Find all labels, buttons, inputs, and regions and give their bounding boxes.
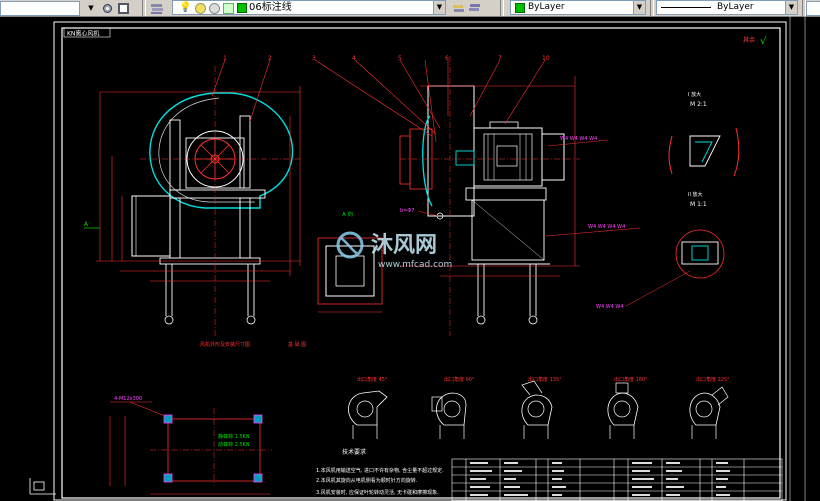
rotation-label: 出口角度 180°	[614, 376, 648, 383]
weld-callout-mid: W4 W4 W4 W4	[588, 224, 625, 230]
rotation-views: 出口角度 45° 出口角度 90° 出口角度 135° 出口角度 180° 出口…	[348, 376, 730, 439]
rotation-label: 出口角度 45°	[357, 376, 388, 383]
left-subtitle: 风机外形及安装尺寸图	[200, 341, 250, 348]
fan-side-view: b=Φ7 3 4 5 6 7 10 W4 W4 W4 W4 W4 W4 W4 W…	[312, 55, 641, 336]
frame-title: KN离心风机	[67, 30, 99, 38]
fan-front-view: A 1 2 风机外形及安装尺寸图	[84, 55, 301, 348]
corner-mark: 其余	[743, 36, 755, 44]
layer-tools-group	[452, 1, 484, 15]
foundation-bolts: 4-M12x300	[114, 396, 142, 402]
detail-ii-label: II 放大	[688, 191, 703, 198]
toolbar-separator	[142, 0, 146, 16]
svg-text:10: 10	[542, 55, 550, 62]
static-load: 静载荷 1.5KN	[218, 433, 250, 440]
watermark-main: 沐风网	[371, 233, 437, 258]
watermark: 沐风网 www.mfcad.com	[336, 231, 452, 270]
linetype-value: ByLayer	[717, 2, 754, 12]
toolbar-separator	[650, 0, 654, 16]
svg-text:1: 1	[223, 55, 227, 62]
technical-notes: 技术要求 1.本风机用输送空气, 进口不许有杂物, 含尘量不超过规定. 2.本风…	[316, 448, 444, 496]
svg-text:5: 5	[398, 55, 402, 62]
checkmark-icon: √	[760, 36, 767, 47]
note-1: 1.本风机用输送空气, 进口不许有杂物, 含尘量不超过规定.	[316, 467, 444, 474]
layer-properties-icon[interactable]	[116, 2, 130, 15]
color-swatch	[515, 3, 525, 13]
layer-combo[interactable]: 💡 06标注线 ▼	[172, 0, 446, 15]
gear-icon[interactable]	[100, 2, 114, 15]
chevron-down-icon[interactable]: ▼	[785, 1, 797, 14]
detail-i-label: I 放大	[688, 91, 701, 98]
rotation-label: 出口角度 225°	[696, 376, 730, 383]
layer-state-group	[150, 1, 166, 15]
style-combo[interactable]	[0, 0, 80, 16]
rotation-label: 出口角度 135°	[528, 376, 562, 383]
watermark-url: www.mfcad.com	[378, 260, 452, 270]
detail-ii-scale: M 1:1	[690, 201, 707, 208]
color-combo[interactable]: ByLayer ▼	[510, 0, 646, 15]
ucs-icon	[29, 478, 56, 495]
svg-text:3: 3	[312, 55, 316, 62]
bom-table	[451, 458, 783, 501]
svg-text:7: 7	[498, 55, 502, 62]
layer-manager-icon[interactable]	[150, 2, 164, 15]
chevron-down-icon[interactable]: ▼	[433, 1, 445, 14]
cad-toolbar: ▼ 💡 06标注线 ▼ ByLayer ▼ ByLayer ▼	[0, 0, 820, 17]
detail-i: I 放大 M 2:1	[668, 91, 740, 177]
svg-text:2: 2	[268, 55, 272, 62]
detail-ii: II 放大 M 1:1 W4 W4 W4	[596, 191, 725, 310]
weld-callout-top: W4 W4 W4 W4	[560, 136, 597, 142]
toolbar-separator	[500, 0, 504, 16]
svg-text:4: 4	[352, 55, 356, 62]
lock-icon	[223, 3, 234, 14]
foundation-plan: 4-M12x300 静载荷 1.5KN 动载荷 2.5KN	[109, 396, 272, 495]
freeze-icon	[209, 3, 220, 14]
layer-name: 06标注线	[249, 2, 292, 13]
linetype-combo[interactable]: ByLayer ▼	[656, 0, 798, 15]
lightbulb-icon: 💡	[179, 2, 192, 13]
layer-color-swatch	[237, 3, 247, 13]
sun-icon	[195, 3, 206, 14]
lineweight-combo[interactable]	[806, 1, 820, 16]
mid-subtitle: 基 础 图	[288, 341, 306, 348]
weld-callout-bottom: W4 W4 W4	[596, 304, 624, 310]
note-2: 2.本风机其旋向从电机侧看为顺时针方向旋转.	[316, 477, 418, 484]
color-value: ByLayer	[528, 2, 565, 12]
rotation-label: 出口角度 90°	[444, 376, 475, 383]
drawing-canvas[interactable]: KN离心风机 其余 √ A 1 2 风机外形及安装尺寸图 b=Φ7 3 4 5 …	[0, 16, 820, 501]
dropdown-arrow-icon[interactable]: ▼	[84, 2, 98, 15]
dynamic-load: 动载荷 2.5KN	[218, 441, 250, 448]
chevron-down-icon[interactable]: ▼	[633, 1, 645, 14]
layer-previous-icon[interactable]	[468, 2, 482, 15]
linetype-sample	[661, 7, 711, 8]
toolbar-left-group: ▼	[0, 0, 132, 16]
view-a-arrow-label: A	[84, 221, 89, 228]
note-3: 3.风机安装时, 应保证叶轮转动灵活, 无卡碰和摩擦现象.	[316, 489, 439, 496]
notes-title: 技术要求	[342, 448, 366, 456]
view-a: A 向 基 础 图	[288, 210, 383, 348]
svg-text:6: 6	[445, 55, 449, 62]
detail-i-scale: M 2:1	[690, 101, 707, 108]
weld-callout-left: b=Φ7	[400, 208, 414, 214]
make-current-icon[interactable]	[452, 2, 466, 15]
view-a-label: A 向	[342, 210, 353, 218]
